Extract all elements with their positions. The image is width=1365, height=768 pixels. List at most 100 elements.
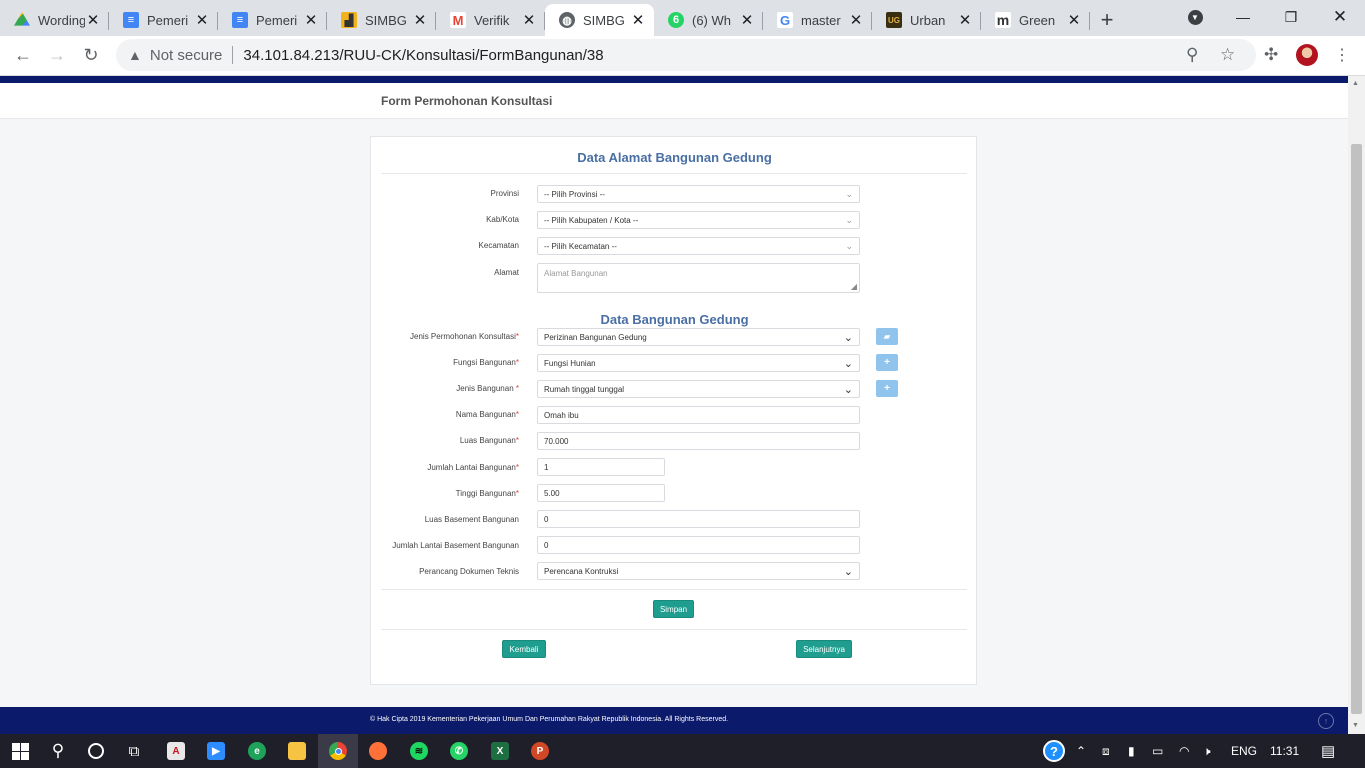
close-tab-icon[interactable]: ✕ xyxy=(630,11,646,29)
search-icon[interactable]: ⚲ xyxy=(38,734,78,768)
tab-search-icon[interactable]: ▼ xyxy=(1180,0,1210,34)
close-tab-icon[interactable]: ✕ xyxy=(521,11,537,29)
notification-icon[interactable]: ▤ xyxy=(1321,734,1335,768)
page-header: Form Permohonan Konsultasi xyxy=(0,83,1348,119)
language-indicator[interactable]: ENG xyxy=(1231,734,1257,768)
close-tab-icon[interactable]: ✕ xyxy=(1066,11,1082,29)
close-tab-icon[interactable]: ✕ xyxy=(412,11,428,29)
warning-triangle-icon[interactable]: ▲ xyxy=(128,47,142,63)
url-text[interactable]: 34.101.84.213/RUU-CK/Konsultasi/FormBang… xyxy=(243,47,603,64)
meet-now-icon[interactable]: ⧈ xyxy=(1102,734,1110,768)
browser-tab[interactable]: ≡ Pemeri ✕ xyxy=(218,4,327,36)
windows-start-icon[interactable] xyxy=(0,734,40,768)
acrobat-icon[interactable]: A xyxy=(156,734,196,768)
minimize-icon[interactable]: — xyxy=(1226,0,1260,34)
resize-grip-icon[interactable]: ◢ xyxy=(851,282,857,291)
google-drive-icon xyxy=(14,12,30,26)
battery-icon[interactable]: ▭ xyxy=(1152,734,1163,768)
back-arrow-icon[interactable]: ← xyxy=(6,39,40,73)
close-tab-icon[interactable]: ✕ xyxy=(194,11,210,29)
browser-tab[interactable]: ≡ Pemeri ✕ xyxy=(109,4,218,36)
google-docs-icon: ≡ xyxy=(123,12,139,28)
restore-icon[interactable]: ❐ xyxy=(1274,0,1308,34)
microphone-icon[interactable]: ▮ xyxy=(1128,734,1135,768)
wifi-icon[interactable]: ◠ xyxy=(1179,734,1189,768)
bookmark-star-icon[interactable]: ☆ xyxy=(1220,39,1235,71)
lantai-basement-input[interactable]: 0 xyxy=(537,536,860,554)
luas-basement-input[interactable]: 0 xyxy=(537,510,860,528)
browser-tab-strip: Wording ✕ ≡ Pemeri ✕ ≡ Pemeri ✕ ▟ SIMBG … xyxy=(0,0,1365,36)
simpan-button[interactable]: Simpan xyxy=(653,600,694,618)
fungsi-select[interactable]: Fungsi Hunian ⌄ xyxy=(537,354,860,372)
book-icon: ▰ xyxy=(883,332,891,341)
alamat-textarea[interactable]: Alamat Bangunan ◢ xyxy=(537,263,860,293)
fungsi-label: Fungsi Bangunan* xyxy=(453,358,519,367)
file-explorer-icon[interactable] xyxy=(277,734,317,768)
kecamatan-select[interactable]: -- Pilih Kecamatan -- ⌄ xyxy=(537,237,860,255)
tinggi-input[interactable]: 5.00 xyxy=(537,484,665,502)
jenis-permohonan-select[interactable]: Perizinan Bangunan Gedung ⌄ xyxy=(537,328,860,346)
zoom-icon[interactable]: ⚲ xyxy=(1186,39,1198,71)
browser-tab[interactable]: G master ✕ xyxy=(763,4,872,36)
footer-copyright: © Hak Cipta 2019 Kementerian Pekerjaan U… xyxy=(370,716,729,723)
lantai-basement-label: Jumlah Lantai Basement Bangunan xyxy=(392,541,519,550)
zoom-icon[interactable]: ▶ xyxy=(196,734,236,768)
extensions-puzzle-icon[interactable]: ✣ xyxy=(1264,39,1278,71)
volume-muted-icon[interactable]: 🕨 xyxy=(1203,734,1211,768)
browser-tab[interactable]: 6 (6) Wh ✕ xyxy=(654,4,763,36)
luas-input[interactable]: 70.000 xyxy=(537,432,860,450)
close-tab-icon[interactable]: ✕ xyxy=(739,11,755,29)
new-tab-button[interactable]: + xyxy=(1090,4,1124,36)
excel-icon[interactable]: X xyxy=(480,734,520,768)
browser-tab[interactable]: Wording ✕ xyxy=(0,4,109,36)
jenis-bangunan-label: Jenis Bangunan * xyxy=(456,384,519,393)
browser-tab-active[interactable]: ◍ SIMBG ✕ xyxy=(545,4,654,36)
forward-arrow-icon[interactable]: → xyxy=(40,39,74,73)
address-bar[interactable]: ▲ Not secure 34.101.84.213/RUU-CK/Konsul… xyxy=(116,39,1256,71)
jenis-bangunan-select[interactable]: Rumah tinggal tunggal ⌄ xyxy=(537,380,860,398)
browser-tab[interactable]: UG Urban ✕ xyxy=(872,4,981,36)
close-tab-icon[interactable]: ✕ xyxy=(303,11,319,29)
tab-title: (6) Wh xyxy=(692,12,731,28)
kabkota-select[interactable]: -- Pilih Kabupaten / Kota -- ⌄ xyxy=(537,211,860,229)
task-view-icon[interactable]: ⧉ xyxy=(114,734,154,768)
whatsapp-icon: 6 xyxy=(668,12,684,28)
selanjutnya-button[interactable]: Selanjutnya xyxy=(796,640,852,658)
reload-icon[interactable]: ↻ xyxy=(74,39,108,73)
gmail-icon: M xyxy=(450,12,466,28)
perancang-select[interactable]: Perencana Kontruksi ⌄ xyxy=(537,562,860,580)
browser-tab[interactable]: M Verifik ✕ xyxy=(436,4,545,36)
scroll-top-icon[interactable]: ↑ xyxy=(1318,713,1334,729)
add-fungsi-button[interactable]: + xyxy=(876,354,898,371)
browser-tab[interactable]: m Green ✕ xyxy=(981,4,1090,36)
plus-icon: + xyxy=(884,357,890,368)
m-icon: m xyxy=(995,12,1011,28)
book-button[interactable]: ▰ xyxy=(876,328,898,345)
tray-chevron-up-icon[interactable]: ⌃ xyxy=(1076,734,1086,768)
chrome-menu-icon[interactable]: ⋮ xyxy=(1334,39,1350,71)
provinsi-select[interactable]: -- Pilih Provinsi -- ⌄ xyxy=(537,185,860,203)
page-scrollbar[interactable]: ▲ ▼ xyxy=(1348,76,1365,734)
cortana-icon[interactable] xyxy=(76,734,116,768)
security-status[interactable]: Not secure xyxy=(150,47,223,64)
browser-tab[interactable]: ▟ SIMBG ✕ xyxy=(327,4,436,36)
close-window-icon[interactable]: ✕ xyxy=(1322,0,1358,34)
chrome-icon[interactable] xyxy=(318,734,358,768)
spotify-icon[interactable]: ≋ xyxy=(399,734,439,768)
jumlah-lantai-input[interactable]: 1 xyxy=(537,458,665,476)
add-jenis-button[interactable]: + xyxy=(876,380,898,397)
firefox-icon[interactable] xyxy=(358,734,398,768)
nama-input[interactable]: Omah ibu xyxy=(537,406,860,424)
powerpoint-icon[interactable]: P xyxy=(520,734,560,768)
clock[interactable]: 11:31 xyxy=(1270,734,1299,768)
close-tab-icon[interactable]: ✕ xyxy=(957,11,973,29)
close-tab-icon[interactable]: ✕ xyxy=(848,11,864,29)
close-tab-icon[interactable]: ✕ xyxy=(85,11,101,29)
whatsapp-icon[interactable]: ✆ xyxy=(439,734,479,768)
edge-icon[interactable]: e xyxy=(237,734,277,768)
chevron-down-icon: ⌄ xyxy=(845,188,853,199)
profile-avatar[interactable] xyxy=(1296,39,1318,71)
scrollbar-thumb[interactable] xyxy=(1351,144,1362,714)
kembali-button[interactable]: Kembali xyxy=(502,640,546,658)
help-icon[interactable]: ? xyxy=(1043,734,1065,768)
